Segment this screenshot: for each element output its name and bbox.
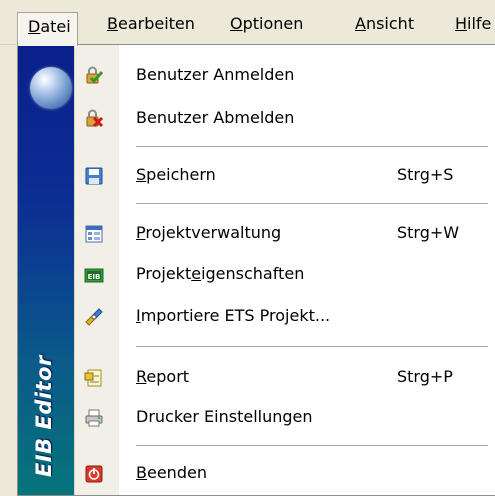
menu-separator — [136, 203, 488, 204]
import-ets-icon — [84, 307, 104, 327]
user-logout-icon — [84, 109, 104, 129]
menu-ansicht-label: nsicht — [365, 14, 415, 33]
menu-item-benutzer-abmelden[interactable]: Benutzer Abmelden — [74, 100, 488, 136]
menu-item-label: Report — [136, 367, 190, 386]
menu-datei-mnemonic: D — [28, 17, 41, 36]
menu-hilfe-label: ilfe — [467, 14, 492, 33]
menubar: Datei Bearbeiten Optionen Ansicht Hilfe — [0, 0, 495, 46]
datei-dropdown-menu: EIB Editor Benutzer Anmelden Benutzer Ab… — [17, 44, 495, 496]
menu-optionen-label: ptionen — [242, 14, 304, 33]
menu-item-label: Benutzer Anmelden — [136, 65, 295, 84]
menu-separator — [136, 445, 488, 446]
menu-datei[interactable]: Datei — [17, 12, 78, 46]
menu-item-label: Importiere ETS Projekt... — [136, 306, 331, 325]
menu-hilfe[interactable]: Hilfe — [455, 10, 491, 38]
menu-item-shortcut: Strg+W — [397, 223, 460, 242]
project-management-icon — [84, 224, 104, 244]
menu-item-importiere-ets-projekt[interactable]: Importiere ETS Projekt... — [74, 298, 488, 334]
globe-icon — [30, 67, 72, 109]
menu-datei-label: atei — [40, 17, 71, 36]
menu-item-shortcut: Strg+P — [397, 367, 453, 386]
menu-item-label: Benutzer Abmelden — [136, 108, 295, 127]
menu-item-label: Beenden — [136, 463, 207, 482]
exit-icon — [84, 464, 104, 484]
menu-item-beenden[interactable]: Beenden — [74, 455, 488, 491]
menu-item-speichern[interactable]: Speichern Strg+S — [74, 157, 488, 193]
menu-item-label: Projektverwaltung — [136, 223, 282, 242]
menu-item-shortcut: Strg+S — [397, 165, 454, 184]
menu-bearbeiten-label: earbeiten — [117, 14, 195, 33]
svg-text:EIB: EIB — [88, 273, 101, 281]
menu-ansicht[interactable]: Ansicht — [355, 10, 414, 38]
menu-item-projekteigenschaften[interactable]: EIB Projekteigenschaften — [74, 256, 488, 292]
menu-item-projektverwaltung[interactable]: Projektverwaltung Strg+W — [74, 215, 488, 251]
menu-item-label: Projekteigenschaften — [136, 264, 305, 283]
menu-optionen[interactable]: Optionen — [230, 10, 303, 38]
menu-item-label: Speichern — [136, 165, 216, 184]
menu-ansicht-mnemonic: A — [355, 14, 366, 33]
menu-separator — [136, 146, 488, 147]
menu-item-benutzer-anmelden[interactable]: Benutzer Anmelden — [74, 57, 488, 93]
project-properties-icon: EIB — [84, 265, 104, 285]
printer-settings-icon — [84, 408, 104, 428]
sidebar-title: EIB Editor — [32, 355, 56, 477]
user-login-icon — [84, 66, 104, 86]
menu-item-label: Drucker Einstellungen — [136, 407, 313, 426]
menu-optionen-mnemonic: O — [230, 14, 243, 33]
menu-sidebar-banner: EIB Editor — [18, 45, 74, 495]
menu-item-drucker-einstellungen[interactable]: Drucker Einstellungen — [74, 399, 488, 435]
menu-item-report[interactable]: Report Strg+P — [74, 359, 488, 395]
save-icon — [84, 166, 104, 186]
menu-bearbeiten-mnemonic: B — [107, 14, 118, 33]
menu-bearbeiten[interactable]: Bearbeiten — [107, 10, 195, 38]
report-icon — [84, 368, 104, 388]
menu-separator — [136, 346, 488, 347]
menu-hilfe-mnemonic: H — [455, 14, 468, 33]
